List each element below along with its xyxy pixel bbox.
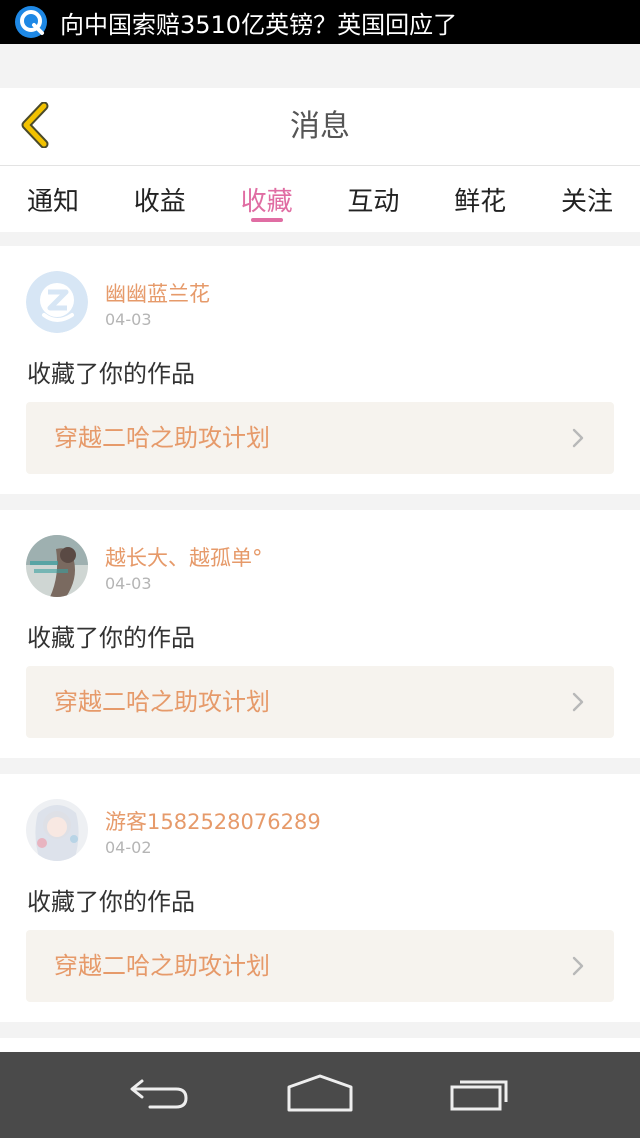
message-date: 04-03 [105, 310, 152, 329]
chevron-right-icon [568, 956, 588, 976]
tab-label: 收藏 [240, 186, 293, 217]
work-link[interactable]: 穿越二哈之助攻计划 [26, 402, 614, 474]
message-card: 越长大、越孤单° 04-03 收藏了你的作品 穿越二哈之助攻计划 [0, 510, 640, 758]
avatar[interactable] [26, 799, 88, 861]
tab-label: 互动 [347, 186, 400, 217]
tab-notifications[interactable]: 通知 [10, 166, 96, 232]
work-title: 穿越二哈之助攻计划 [54, 688, 270, 716]
active-tab-indicator [250, 218, 283, 222]
tab-interactions[interactable]: 互动 [330, 166, 416, 232]
notification-headline: 向中国索赔3510亿英镑？英国回应了 [60, 10, 458, 39]
username[interactable]: 越长大、越孤单° [105, 542, 263, 572]
message-action: 收藏了你的作品 [27, 888, 195, 916]
tab-bar: 通知 收益 收藏 互动 鲜花 关注 [0, 166, 640, 232]
nav-home-button[interactable] [275, 1065, 365, 1125]
work-title: 穿越二哈之助攻计划 [54, 424, 270, 452]
page-header: 消息 [0, 88, 640, 166]
chevron-right-icon [568, 692, 588, 712]
avatar[interactable] [26, 535, 88, 597]
message-list: 幽幽蓝兰花 04-03 收藏了你的作品 穿越二哈之助攻计划 越长大、越孤单° 0… [0, 246, 640, 1078]
username[interactable]: 游客1582528076289 [105, 806, 321, 836]
nav-back-icon [128, 1073, 192, 1117]
work-link[interactable]: 穿越二哈之助攻计划 [26, 666, 614, 738]
message-action: 收藏了你的作品 [27, 360, 195, 388]
news-q-icon [14, 5, 48, 39]
work-link[interactable]: 穿越二哈之助攻计划 [26, 930, 614, 1002]
message-action: 收藏了你的作品 [27, 624, 195, 652]
nav-home-icon [285, 1073, 355, 1117]
tab-label: 鲜花 [454, 186, 507, 217]
tab-label: 收益 [133, 186, 186, 217]
message-card: 游客1582528076289 04-02 收藏了你的作品 穿越二哈之助攻计划 [0, 774, 640, 1022]
notification-bar[interactable]: 向中国索赔3510亿英镑？英国回应了 [0, 0, 640, 44]
message-card: 幽幽蓝兰花 04-03 收藏了你的作品 穿越二哈之助攻计划 [0, 246, 640, 494]
page-title: 消息 [290, 109, 350, 144]
tab-favorites[interactable]: 收藏 [224, 166, 310, 232]
message-date: 04-02 [105, 838, 152, 857]
system-nav-bar [0, 1052, 640, 1138]
chevron-right-icon [568, 428, 588, 448]
username[interactable]: 幽幽蓝兰花 [105, 278, 210, 308]
nav-recents-icon [448, 1073, 512, 1117]
message-date: 04-03 [105, 574, 152, 593]
nav-recents-button[interactable] [435, 1065, 525, 1125]
tab-earnings[interactable]: 收益 [117, 166, 203, 232]
nav-back-button[interactable] [115, 1065, 205, 1125]
work-title: 穿越二哈之助攻计划 [54, 952, 270, 980]
tab-label: 关注 [560, 186, 613, 217]
avatar[interactable] [26, 271, 88, 333]
tab-follows[interactable]: 关注 [544, 166, 630, 232]
tab-label: 通知 [26, 186, 79, 217]
tab-flowers[interactable]: 鲜花 [437, 166, 523, 232]
